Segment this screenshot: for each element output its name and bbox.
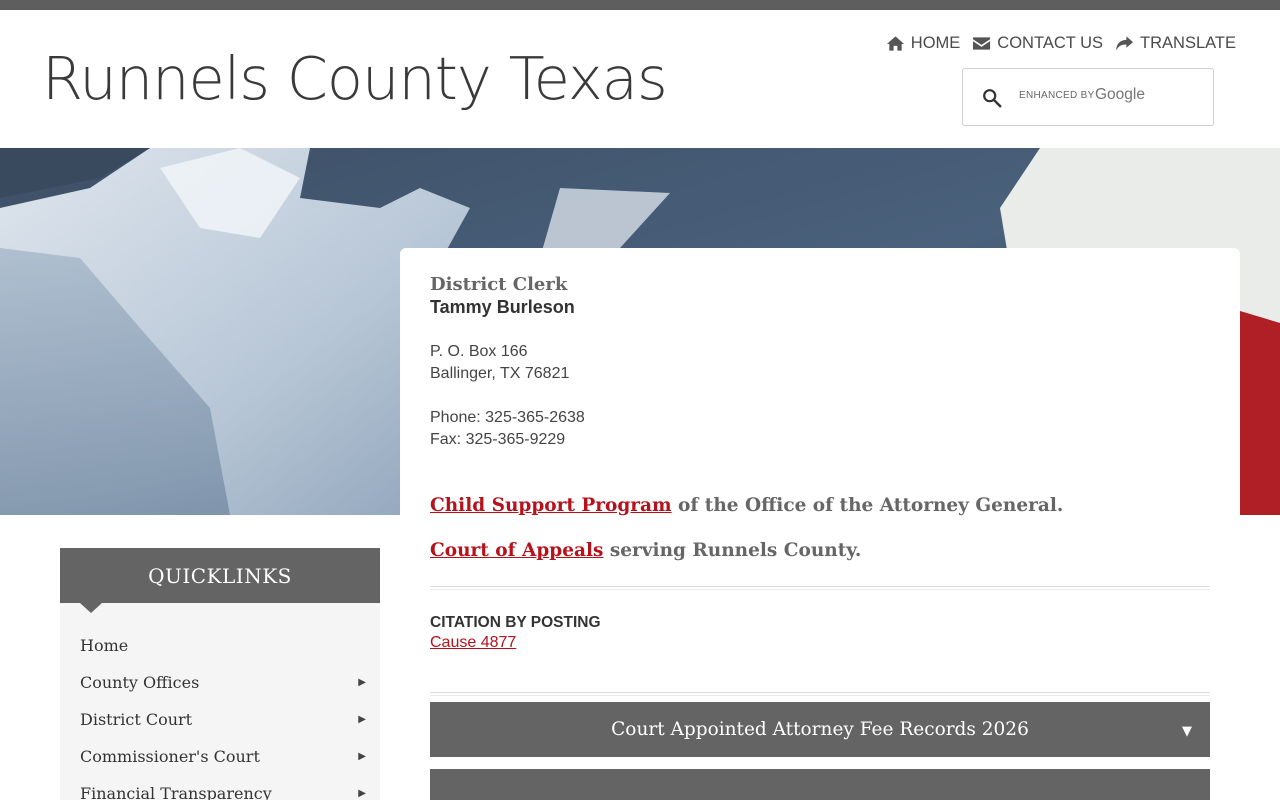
address-line-2: Ballinger, TX 76821 (430, 365, 570, 382)
nav-home-label: HOME (910, 34, 961, 52)
site-title[interactable]: Runnels County Texas (42, 44, 668, 113)
quicklink-label: Commissioner's Court (80, 747, 260, 766)
nav-translate-label: TRANSLATE (1140, 34, 1236, 52)
child-support-line: Child Support Program of the Office of t… (430, 495, 1210, 516)
accordion-next[interactable] (430, 769, 1210, 800)
quicklink-financial-transparency[interactable]: Financial Transparency ▶ (60, 775, 380, 800)
citation-cause-link[interactable]: Cause 4877 (430, 634, 516, 652)
contact-numbers: Phone: 325-365-2638 Fax: 325-365-9229 (430, 407, 1210, 451)
department-title: District Clerk (430, 274, 568, 295)
top-nav: HOME CONTACT US TRANSLATE (886, 34, 1236, 53)
nav-contact-link[interactable]: CONTACT US (972, 34, 1103, 53)
section-divider (430, 586, 1210, 590)
envelope-icon (973, 37, 991, 50)
quicklink-home[interactable]: Home (60, 627, 380, 664)
child-support-link[interactable]: Child Support Program (430, 495, 672, 516)
search-input[interactable] (963, 69, 1213, 125)
share-arrow-icon (1115, 36, 1134, 51)
search-box[interactable]: ENHANCED BY Google (962, 68, 1214, 126)
court-of-appeals-suffix: serving Runnels County. (603, 540, 862, 561)
address-line-1: P. O. Box 166 (430, 343, 528, 360)
quicklinks-list: Home County Offices ▶ District Court ▶ C… (60, 603, 380, 800)
quicklink-label: Home (80, 636, 129, 655)
quicklink-label: Financial Transparency (80, 784, 272, 800)
child-support-suffix: of the Office of the Attorney General. (671, 495, 1064, 516)
quicklinks-panel: QUICKLINKS Home County Offices ▶ Distric… (60, 548, 380, 800)
section-divider (430, 692, 1210, 696)
citation-heading: CITATION BY POSTING (430, 614, 601, 631)
triangle-down-icon: ▼ (1182, 724, 1192, 739)
chevron-right-icon: ▶ (358, 714, 366, 725)
quicklinks-title: QUICKLINKS (60, 548, 380, 613)
mailing-address: P. O. Box 166 Ballinger, TX 76821 (430, 341, 1210, 385)
quicklink-commissioners-court[interactable]: Commissioner's Court ▶ (60, 738, 380, 775)
fax-number: Fax: 325-365-9229 (430, 431, 566, 448)
quicklink-county-offices[interactable]: County Offices ▶ (60, 664, 380, 701)
phone-number: Phone: 325-365-2638 (430, 409, 585, 426)
quicklink-district-court[interactable]: District Court ▶ (60, 701, 380, 738)
clerk-name: Tammy Burleson (430, 297, 575, 317)
main-content-panel: District Clerk Tammy Burleson P. O. Box … (400, 248, 1240, 800)
chevron-right-icon: ▶ (358, 788, 366, 799)
nav-home-link[interactable]: HOME (886, 34, 961, 53)
chevron-right-icon: ▶ (358, 751, 366, 762)
quicklink-label: County Offices (80, 673, 200, 692)
chevron-right-icon: ▶ (358, 677, 366, 688)
court-of-appeals-line: Court of Appeals serving Runnels County. (430, 540, 1210, 561)
court-of-appeals-link[interactable]: Court of Appeals (430, 540, 603, 561)
nav-translate-link[interactable]: TRANSLATE (1115, 34, 1236, 53)
accordion-attorney-fee-records[interactable]: Court Appointed Attorney Fee Records 202… (430, 702, 1210, 757)
site-header: Runnels County Texas HOME CONTACT US TRA… (0, 10, 1280, 148)
accordion-title: Court Appointed Attorney Fee Records 202… (611, 719, 1029, 740)
home-icon (886, 36, 904, 51)
quicklink-label: District Court (80, 710, 193, 729)
nav-contact-label: CONTACT US (997, 34, 1104, 52)
top-bar (0, 0, 1280, 10)
